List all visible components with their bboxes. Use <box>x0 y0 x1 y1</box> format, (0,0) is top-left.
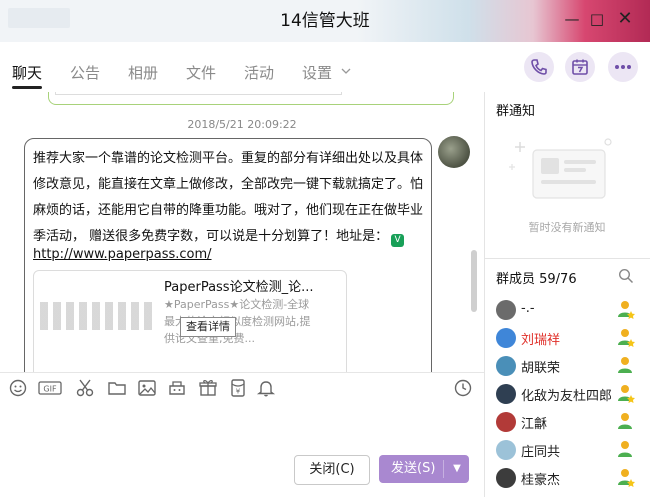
empty-notice-icon <box>509 138 612 199</box>
window-title: 14信管大班 <box>280 11 370 31</box>
close-icon: ✕ <box>617 8 633 29</box>
member-name: -.- <box>521 301 535 316</box>
member-name: 刘瑞祥 <box>521 333 561 348</box>
message-line: 季活动， 赠送很多免费字数，可以说是十分划算了！地址是： <box>33 229 389 244</box>
member-row[interactable]: 胡联荣 <box>484 352 644 380</box>
view-details-tooltip[interactable]: 查看详情 <box>180 317 236 337</box>
search-icon[interactable] <box>618 268 634 284</box>
member-role-icon <box>618 329 635 347</box>
member-row[interactable]: 刘瑞祥 <box>484 324 644 352</box>
svg-text:¥: ¥ <box>236 388 241 396</box>
member-name: 桂豪杰 <box>521 473 561 488</box>
minimize-icon: — <box>564 10 580 28</box>
calendar-icon <box>572 59 588 75</box>
member-avatar <box>496 468 516 488</box>
member-row[interactable]: 桂豪杰 <box>484 464 644 492</box>
folder-icon[interactable] <box>107 378 127 398</box>
red-packet-icon[interactable]: ¥ <box>228 378 248 398</box>
call-button[interactable] <box>524 52 554 82</box>
member-row[interactable]: 庄同共 <box>484 436 644 464</box>
tab-activity[interactable]: 活动 <box>244 62 274 84</box>
send-divider <box>443 460 444 478</box>
send-options-icon[interactable]: ▼ <box>448 455 466 483</box>
group-members-title: 群成员 59/76 <box>496 272 577 287</box>
more-icon <box>615 65 631 69</box>
tab-files[interactable]: 文件 <box>186 62 216 84</box>
chat-scrollbar[interactable] <box>471 250 477 312</box>
member-row[interactable]: -.- <box>484 296 644 324</box>
group-notice-title: 群通知 <box>496 104 536 119</box>
history-clock-icon[interactable] <box>453 378 473 398</box>
active-tab-indicator <box>12 86 42 89</box>
image-icon[interactable] <box>137 378 157 398</box>
gift-icon[interactable] <box>198 378 218 398</box>
member-avatar <box>496 384 516 404</box>
previous-message-bubble <box>48 92 454 105</box>
tab-chat[interactable]: 聊天 <box>12 62 42 84</box>
member-avatar <box>496 412 516 432</box>
scissors-icon[interactable] <box>75 378 95 398</box>
maximize-button[interactable]: □ <box>587 9 607 29</box>
gif-label: GIF <box>43 385 57 394</box>
message-text: 推荐大家一个靠谱的论文检测平台。重复的部分有详细出处以及具体 修改意见，能直接在… <box>33 146 425 250</box>
member-avatar <box>496 356 516 376</box>
tab-album[interactable]: 相册 <box>128 62 158 84</box>
member-role-icon <box>618 301 635 319</box>
close-window-button[interactable]: ✕ <box>615 9 635 29</box>
message-link[interactable]: http://www.paperpass.com/ <box>33 247 212 262</box>
close-chat-button[interactable]: 关闭(C) <box>294 455 370 485</box>
member-role-icon <box>618 385 635 403</box>
member-role-icon <box>618 413 632 429</box>
member-name: 胡联荣 <box>521 361 561 376</box>
bell-icon[interactable] <box>256 378 276 398</box>
link-preview-thumbnail <box>40 302 152 330</box>
member-role-icon <box>618 357 632 373</box>
member-row[interactable]: 化敌为友杜四郎 <box>484 380 644 408</box>
member-avatar <box>496 300 516 320</box>
sender-avatar[interactable] <box>438 136 470 168</box>
member-name: 化敌为友杜四郎 <box>521 389 613 404</box>
gif-icon[interactable]: GIF <box>38 378 62 398</box>
member-name: 江龢 <box>521 417 548 432</box>
message-line: 修改意见，能直接在文章上做修改，全部改完一键下载就搞定了。怕 <box>33 177 424 192</box>
minimize-button[interactable]: — <box>562 9 582 29</box>
emoji-icon[interactable] <box>8 378 28 398</box>
member-row[interactable]: 江龢 <box>484 408 644 436</box>
calendar-button[interactable] <box>565 52 595 82</box>
message-line: 推荐大家一个靠谱的论文检测平台。重复的部分有详细出处以及具体 <box>33 151 424 166</box>
game-icon[interactable] <box>167 378 187 398</box>
member-avatar <box>496 440 516 460</box>
more-button[interactable] <box>608 52 638 82</box>
tab-announcement[interactable]: 公告 <box>70 62 100 84</box>
member-name: 庄同共 <box>521 445 561 460</box>
no-notice-text: 暂时没有新通知 <box>528 221 606 234</box>
message-timestamp: 2018/5/21 20:09:22 <box>187 118 297 131</box>
phone-icon <box>531 59 547 75</box>
chevron-down-icon[interactable] <box>341 67 351 75</box>
panel-divider <box>484 258 650 259</box>
tab-settings[interactable]: 设置 <box>302 62 332 84</box>
member-role-icon <box>618 441 632 457</box>
maximize-icon: □ <box>589 10 605 28</box>
message-line: 麻烦的话，还能用它自带的降重功能。哦对了，他们现在正在做毕业 <box>33 203 424 218</box>
member-avatar <box>496 328 516 348</box>
member-role-icon <box>618 469 635 487</box>
link-preview-title: PaperPass论文检测_论... <box>164 280 314 295</box>
send-label: 发送(S) <box>391 461 436 476</box>
verified-icon: V <box>391 234 405 247</box>
